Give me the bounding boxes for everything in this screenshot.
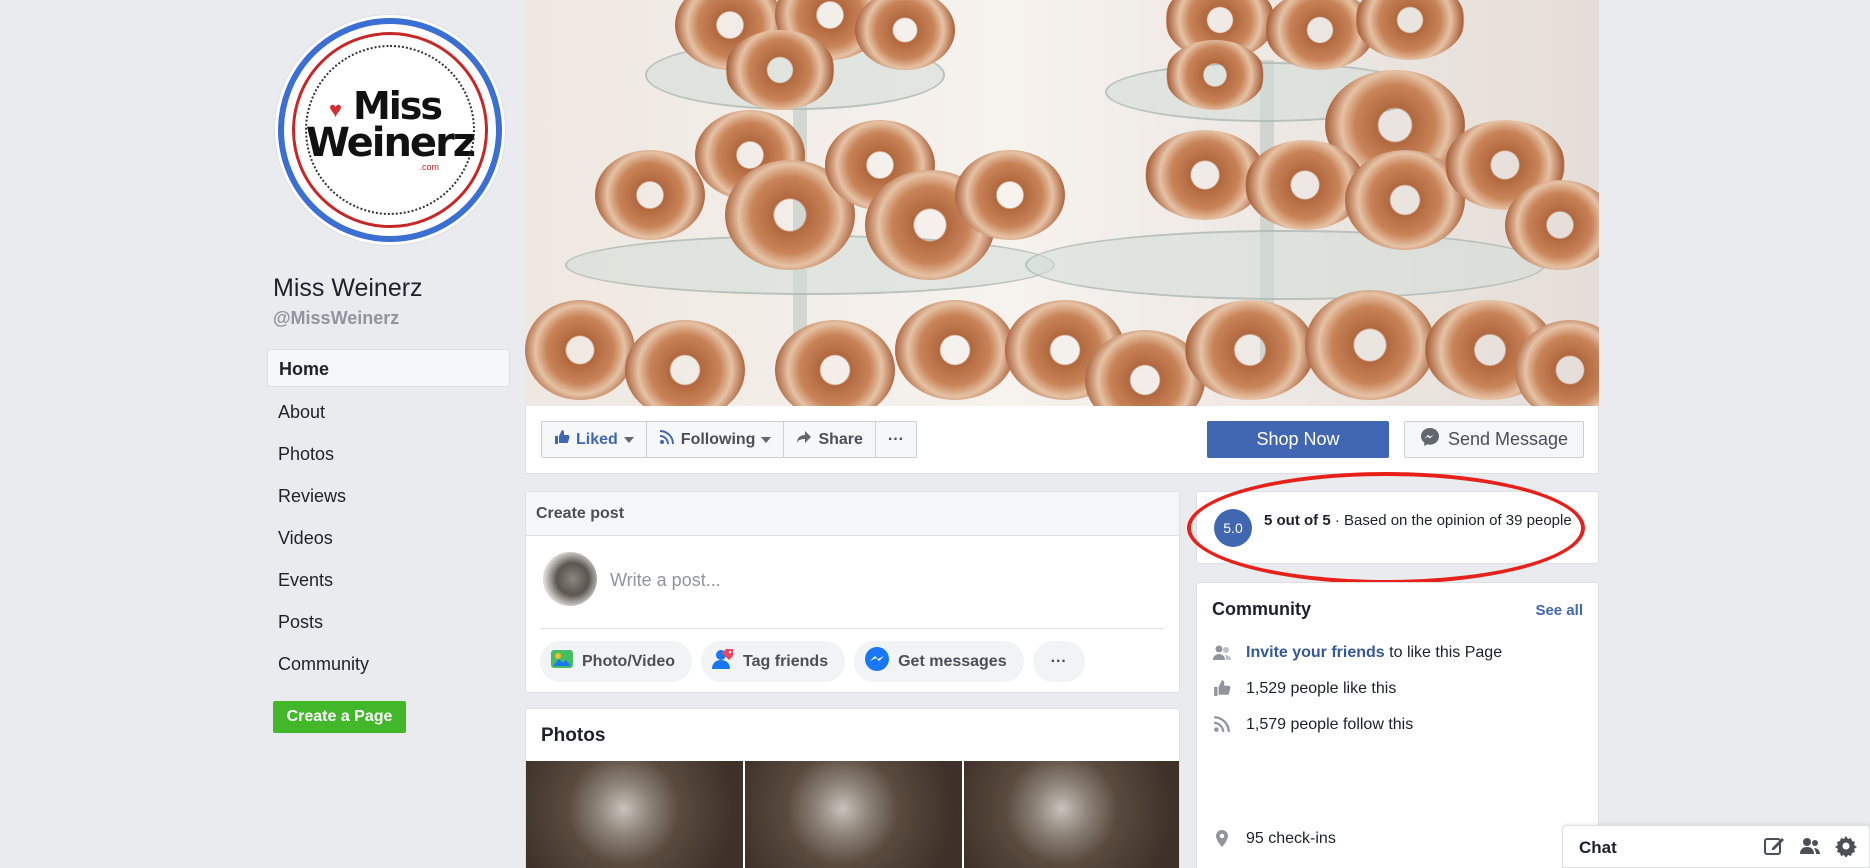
- share-button[interactable]: Share: [784, 422, 876, 457]
- people-icon: [1212, 643, 1232, 663]
- highlight-annotation-circle: [1187, 472, 1585, 584]
- thumbs-up-icon: [1212, 679, 1232, 699]
- photos-card: Photos: [525, 708, 1180, 868]
- liked-button[interactable]: Liked: [542, 422, 647, 457]
- sidebar-item-photos[interactable]: Photos: [267, 433, 510, 475]
- page-title[interactable]: Miss Weinerz: [273, 274, 423, 303]
- page-profile-picture[interactable]: ♥ Miss Weinerz .com: [274, 14, 506, 246]
- rss-icon: [659, 429, 675, 450]
- heart-icon: ♥: [329, 97, 343, 122]
- messenger-icon: [864, 646, 890, 677]
- people-icon[interactable]: [1799, 835, 1821, 863]
- rss-icon: [1212, 715, 1232, 735]
- logo-suffix: .com: [419, 162, 439, 172]
- photo-icon: [550, 647, 574, 676]
- sidebar-item-about[interactable]: About: [267, 391, 510, 433]
- donut: [955, 150, 1065, 240]
- chevron-down-icon: [761, 436, 772, 443]
- community-card: Community See all Invite your friends to…: [1196, 582, 1599, 868]
- divider: [540, 628, 1165, 629]
- chevron-down-icon: [623, 436, 634, 443]
- more-icon: ···: [887, 430, 904, 448]
- following-button[interactable]: Following: [647, 422, 785, 457]
- donut: [1305, 290, 1435, 400]
- create-post-card: Create post Write a post... Photo/Video …: [525, 491, 1180, 693]
- page-action-group: Liked Following Share ···: [541, 421, 917, 458]
- get-messages-button[interactable]: Get messages: [854, 641, 1024, 682]
- donut: [1165, 40, 1265, 110]
- donut: [595, 150, 705, 240]
- photo-thumbnail[interactable]: [526, 761, 743, 868]
- send-message-label: Send Message: [1447, 429, 1569, 449]
- photos-title[interactable]: Photos: [541, 725, 605, 747]
- cake-stand-plate: [1025, 230, 1545, 300]
- page-logo: ♥ Miss Weinerz .com: [292, 32, 488, 228]
- sidebar-item-reviews[interactable]: Reviews: [267, 475, 510, 517]
- avatar[interactable]: [543, 552, 597, 606]
- chat-icons: [1763, 835, 1857, 863]
- chat-bar[interactable]: Chat: [1562, 825, 1870, 868]
- page-sidebar-nav: Home About Photos Reviews Videos Events …: [267, 349, 510, 685]
- invite-friends-link[interactable]: Invite your friends: [1246, 644, 1385, 661]
- gear-icon[interactable]: [1835, 835, 1857, 863]
- sidebar-item-posts[interactable]: Posts: [267, 601, 510, 643]
- cover-photo[interactable]: [525, 0, 1599, 406]
- create-post-header: Create post: [526, 492, 1179, 536]
- likes-count: 1,529 people like this: [1246, 680, 1397, 697]
- create-page-button[interactable]: Create a Page: [273, 701, 406, 733]
- see-all-link[interactable]: See all: [1535, 602, 1583, 619]
- chat-label: Chat: [1579, 838, 1617, 857]
- location-pin-icon: [1212, 829, 1232, 849]
- likes-row: 1,529 people like this: [1212, 679, 1396, 699]
- post-actions: Photo/Video Tag friends Get messages ···: [540, 641, 1085, 682]
- tag-friends-button[interactable]: Tag friends: [701, 641, 846, 682]
- tag-friends-label: Tag friends: [743, 652, 829, 670]
- logo-text-line2: Weinerz: [305, 120, 476, 166]
- photo-thumbnail[interactable]: [964, 761, 1179, 868]
- liked-label: Liked: [576, 430, 618, 448]
- photo-thumbnail[interactable]: [745, 761, 962, 868]
- invite-friends-row: Invite your friends to like this Page: [1212, 643, 1502, 663]
- checkins-row: 95 check-ins: [1212, 829, 1336, 849]
- sidebar-item-events[interactable]: Events: [267, 559, 510, 601]
- sidebar-item-home[interactable]: Home: [267, 349, 510, 387]
- messenger-icon: [1420, 427, 1440, 452]
- post-composer-input[interactable]: Write a post...: [610, 570, 721, 591]
- send-message-button[interactable]: Send Message: [1404, 421, 1584, 458]
- sidebar-item-community[interactable]: Community: [267, 643, 510, 685]
- follows-count: 1,579 people follow this: [1246, 716, 1414, 733]
- donut: [1185, 300, 1315, 400]
- invite-friends-rest: to like this Page: [1384, 644, 1503, 661]
- page-action-bar: Liked Following Share ··· Shop Now Send …: [525, 406, 1599, 474]
- donut: [525, 300, 635, 400]
- more-icon: ···: [1050, 652, 1067, 670]
- photo-strip: [526, 761, 1179, 868]
- shop-now-button[interactable]: Shop Now: [1207, 421, 1389, 458]
- page-handle[interactable]: @MissWeinerz: [273, 308, 399, 329]
- share-label: Share: [818, 430, 863, 448]
- compose-icon[interactable]: [1763, 835, 1785, 863]
- photo-video-label: Photo/Video: [582, 652, 676, 670]
- thumbs-up-icon: [554, 429, 570, 450]
- donut: [725, 30, 835, 110]
- logo-text-line1: Miss: [352, 84, 443, 128]
- more-actions-button[interactable]: ···: [876, 422, 916, 457]
- sidebar-item-videos[interactable]: Videos: [267, 517, 510, 559]
- photo-video-button[interactable]: Photo/Video: [540, 641, 693, 682]
- more-post-options-button[interactable]: ···: [1032, 641, 1085, 682]
- donut: [895, 300, 1015, 400]
- tag-friends-icon: [711, 647, 735, 676]
- following-label: Following: [680, 430, 756, 448]
- share-arrow-icon: [796, 429, 812, 450]
- checkins-count: 95 check-ins: [1246, 830, 1336, 847]
- invite-friends-text: Invite your friends to like this Page: [1246, 644, 1502, 662]
- logo-ring: ♥ Miss Weinerz .com: [278, 18, 502, 242]
- get-messages-label: Get messages: [898, 652, 1007, 670]
- community-title: Community: [1212, 599, 1311, 619]
- follows-row: 1,579 people follow this: [1212, 715, 1413, 735]
